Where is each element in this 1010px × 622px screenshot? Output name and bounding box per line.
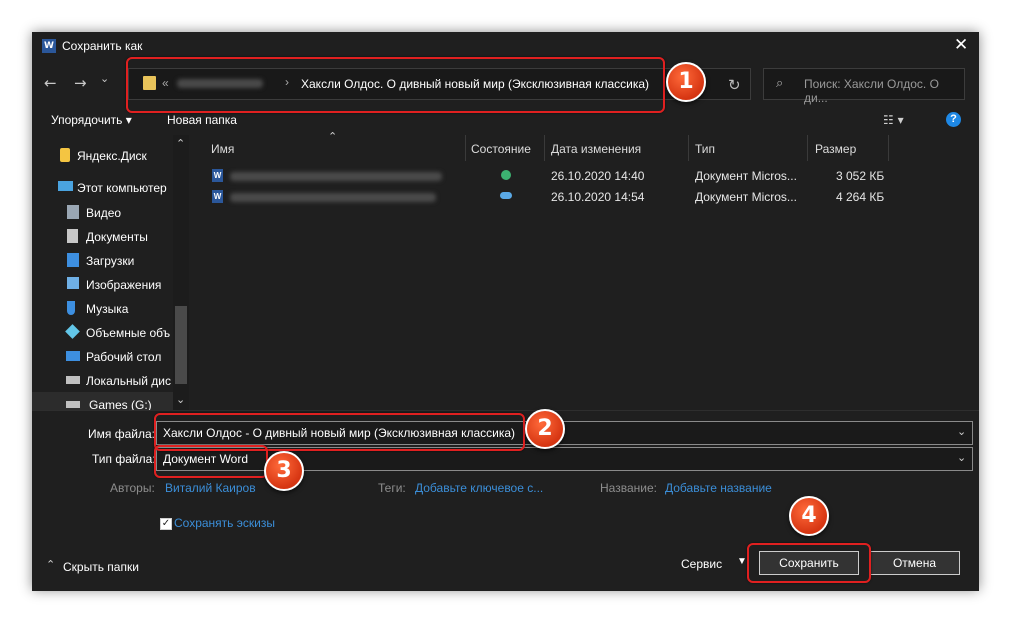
thumbnails-checkbox[interactable]: ✓: [160, 518, 172, 530]
sidebar-item-downloads[interactable]: Загрузки: [86, 254, 134, 268]
column-divider: [888, 135, 889, 161]
chevron-up-icon[interactable]: ⌃: [46, 558, 55, 571]
window-title: Сохранить как: [62, 39, 143, 53]
thumbnails-label[interactable]: Сохранять эскизы: [174, 516, 275, 530]
search-icon: ⌕: [776, 76, 784, 91]
sidebar-item-music[interactable]: Музыка: [86, 302, 128, 316]
file-size: 4 264 КБ: [836, 190, 885, 204]
pictures-icon: [67, 277, 79, 289]
filetype-label: Тип файла:: [92, 452, 156, 466]
yandex-disk-icon: [60, 148, 70, 162]
music-icon: [67, 301, 75, 315]
close-button[interactable]: ✕: [954, 35, 968, 55]
sidebar-item-video[interactable]: Видео: [86, 206, 121, 220]
file-size: 3 052 КБ: [836, 169, 885, 183]
back-button[interactable]: ←: [44, 74, 57, 92]
title-label: Название:: [600, 481, 657, 495]
callout-frame-3: [154, 445, 268, 478]
chevron-down-icon[interactable]: ⌄: [957, 451, 966, 464]
refresh-icon[interactable]: ↻: [728, 76, 741, 94]
table-row[interactable]: W 26.10.2020 14:54 Документ Micros... 4 …: [202, 187, 902, 207]
sidebar-item-yandex-disk[interactable]: Яндекс.Диск: [77, 149, 147, 163]
table-row[interactable]: W 26.10.2020 14:40 Документ Micros... 3 …: [202, 166, 902, 186]
blurred-file-name: [230, 172, 442, 181]
word-document-icon: W: [212, 169, 223, 182]
sidebar-scroll-thumb[interactable]: [175, 306, 187, 384]
column-divider: [807, 135, 808, 161]
column-status[interactable]: Состояние: [471, 142, 531, 156]
sidebar-item-local-disk[interactable]: Локальный дис: [86, 374, 171, 388]
forward-button[interactable]: →: [74, 74, 87, 92]
save-as-dialog: W Сохранить как ✕ ← → ⌄ ↑ « › Хаксли Олд…: [32, 32, 979, 591]
column-size[interactable]: Размер: [815, 142, 856, 156]
title-bar: W Сохранить как ✕: [32, 32, 979, 60]
file-date: 26.10.2020 14:40: [551, 169, 645, 183]
chevron-down-icon[interactable]: ⌄: [957, 425, 966, 438]
scroll-down-icon[interactable]: ⌄: [176, 393, 185, 406]
search-input[interactable]: Поиск: Хаксли Олдос. О ди...: [804, 77, 964, 105]
column-type[interactable]: Тип: [695, 142, 715, 156]
cancel-button[interactable]: Отмена: [869, 551, 960, 575]
scroll-up-icon[interactable]: ⌃: [176, 137, 185, 150]
column-divider: [544, 135, 545, 161]
video-icon: [67, 205, 79, 219]
column-divider: [465, 135, 466, 161]
organize-button[interactable]: Упорядочить ▾: [51, 113, 132, 127]
desktop-icon: [66, 351, 80, 361]
callout-frame-1: [126, 57, 665, 113]
navigation-pane: Яндекс.Диск Этот компьютер Видео Докумен…: [32, 135, 189, 412]
sidebar-item-pictures[interactable]: Изображения: [86, 278, 161, 292]
sort-ascending-icon: ⌃: [328, 130, 338, 143]
synced-check-icon: [501, 170, 511, 180]
file-date: 26.10.2020 14:54: [551, 190, 645, 204]
recent-locations-button[interactable]: ⌄: [100, 72, 109, 85]
file-type: Документ Micros...: [695, 169, 797, 183]
tags-label: Теги:: [378, 481, 406, 495]
word-icon: W: [42, 39, 56, 53]
callout-frame-4: [747, 543, 871, 583]
authors-label: Авторы:: [110, 481, 155, 495]
view-options-icon[interactable]: ☷ ▾: [883, 113, 904, 127]
computer-icon: [58, 181, 73, 191]
downloads-icon: [67, 253, 79, 267]
column-name[interactable]: Имя: [211, 142, 234, 156]
authors-value[interactable]: Виталий Каиров: [165, 481, 256, 495]
word-document-icon: W: [212, 190, 223, 203]
column-modified[interactable]: Дата изменения: [551, 142, 641, 156]
callout-badge-1: 1: [666, 62, 706, 102]
service-dropdown-icon[interactable]: ▼: [737, 556, 747, 567]
sidebar-item-documents[interactable]: Документы: [86, 230, 148, 244]
sidebar-item-this-pc[interactable]: Этот компьютер: [77, 181, 167, 195]
new-folder-button[interactable]: Новая папка: [167, 113, 237, 127]
title-input[interactable]: Добавьте название: [665, 481, 772, 495]
sidebar-item-3d-objects[interactable]: Объемные объ: [86, 326, 170, 340]
callout-badge-4: 4: [789, 496, 829, 536]
drive-icon: [66, 401, 80, 408]
blurred-file-name: [230, 193, 436, 202]
file-type: Документ Micros...: [695, 190, 797, 204]
3d-objects-icon: [65, 324, 80, 339]
documents-icon: [67, 229, 78, 243]
cloud-icon: [500, 192, 512, 199]
service-button[interactable]: Сервис: [681, 557, 722, 571]
search-box[interactable]: ⌕ Поиск: Хаксли Олдос. О ди...: [763, 68, 965, 105]
tags-input[interactable]: Добавьте ключевое с...: [415, 481, 543, 495]
column-divider: [688, 135, 689, 161]
callout-badge-2: 2: [525, 409, 565, 449]
callout-badge-3: 3: [264, 451, 304, 491]
filename-label: Имя файла:: [88, 427, 155, 441]
hide-folders-button[interactable]: Скрыть папки: [63, 560, 139, 574]
sidebar-item-desktop[interactable]: Рабочий стол: [86, 350, 161, 364]
help-icon[interactable]: ?: [946, 112, 961, 127]
local-disk-icon: [66, 376, 80, 384]
